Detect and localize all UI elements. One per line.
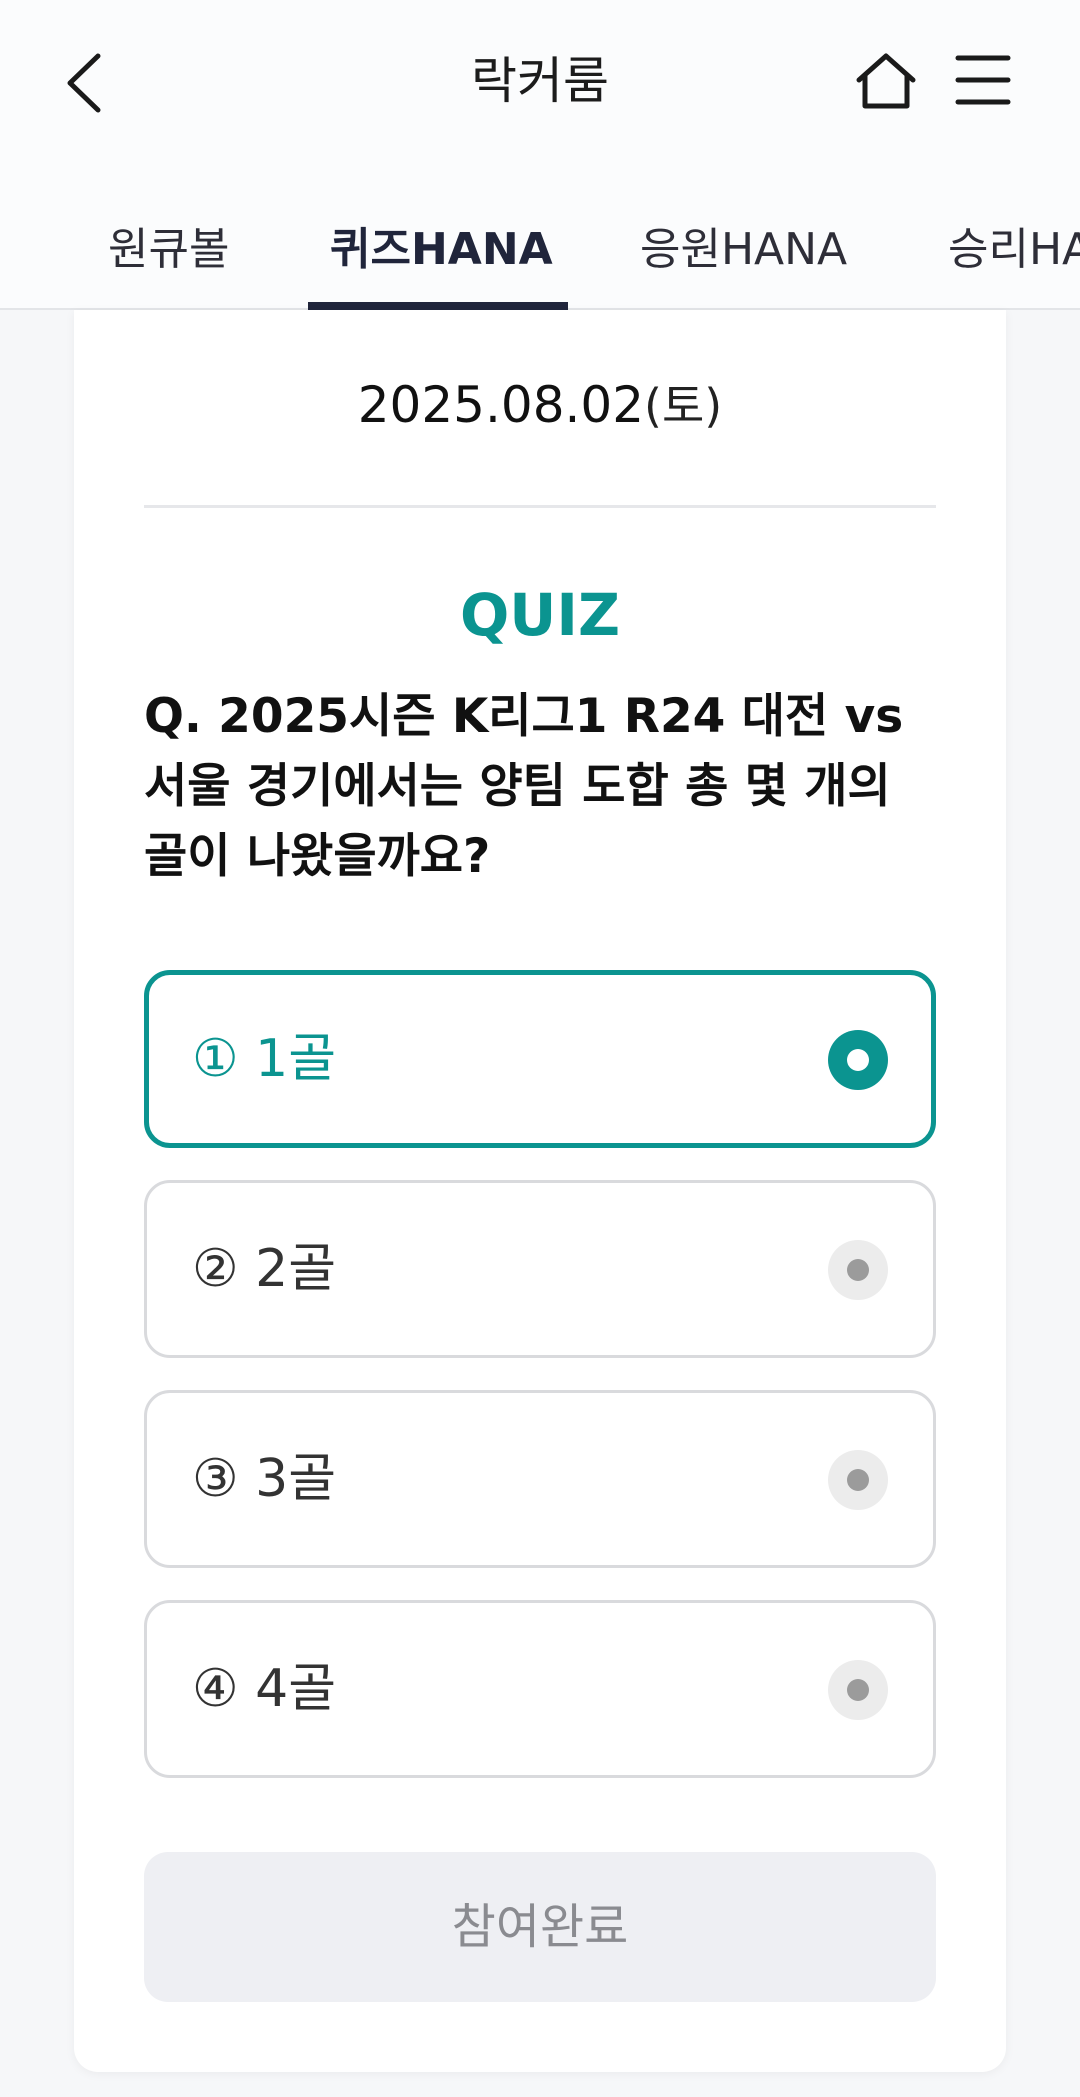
active-tab-indicator <box>308 302 568 310</box>
radio-selected-icon <box>828 1030 888 1090</box>
radio-unselected-icon <box>828 1450 888 1510</box>
tab-wonqball[interactable]: 원큐볼 <box>108 220 229 310</box>
quiz-question: Q. 2025시즌 K리그1 R24 대전 vs 서울 경기에서는 양팀 도합 … <box>144 689 904 884</box>
quiz-date: 2025.08.02(토) <box>74 370 1006 440</box>
menu-button[interactable] <box>955 52 1011 108</box>
option-label: ② 2골 <box>192 1239 337 1299</box>
option-3[interactable]: ③ 3골 <box>144 1390 936 1568</box>
day-of-week: (토) <box>644 379 723 433</box>
app-header: 락커룸 원큐볼 퀴즈HANA 응원HANA 승리HANA <box>0 0 1080 310</box>
option-label: ④ 4골 <box>192 1659 337 1719</box>
option-2[interactable]: ② 2골 <box>144 1180 936 1358</box>
tab-quiz-hana[interactable]: 퀴즈HANA <box>330 220 553 310</box>
quiz-card: 2025.08.02(토) QUIZ Q. 2025시즌 K리그1 R24 대전… <box>74 310 1006 2072</box>
divider <box>144 505 936 508</box>
hamburger-menu-icon <box>955 55 1011 105</box>
page-title: 락커룸 <box>471 52 609 110</box>
option-1[interactable]: ① 1골 <box>144 970 936 1148</box>
home-button[interactable] <box>855 50 917 112</box>
submit-button[interactable]: 참여완료 <box>144 1852 936 2002</box>
tab-bar: 원큐볼 퀴즈HANA 응원HANA 승리HANA <box>0 200 1080 310</box>
option-label: ③ 3골 <box>192 1449 337 1509</box>
option-label: ① 1골 <box>192 1029 337 1089</box>
option-4[interactable]: ④ 4골 <box>144 1600 936 1778</box>
radio-unselected-icon <box>828 1660 888 1720</box>
tab-cheer-hana[interactable]: 응원HANA <box>640 220 847 310</box>
home-icon <box>856 53 916 109</box>
quiz-label: QUIZ <box>459 581 621 649</box>
date-text: 2025.08.02 <box>357 376 645 434</box>
tab-victory-hana[interactable]: 승리HANA <box>948 220 1080 310</box>
radio-unselected-icon <box>828 1240 888 1300</box>
